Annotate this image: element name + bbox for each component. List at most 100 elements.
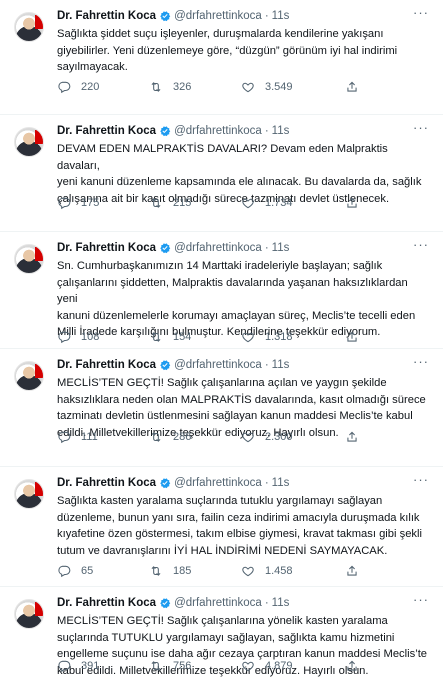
reply-button[interactable]: 65 bbox=[57, 564, 149, 578]
like-icon bbox=[242, 661, 254, 672]
more-icon[interactable]: ··· bbox=[413, 473, 429, 491]
avatar[interactable] bbox=[14, 244, 44, 274]
separator-dot: · bbox=[264, 125, 269, 137]
timestamp[interactable]: 11s bbox=[272, 477, 290, 489]
timestamp[interactable]: 11s bbox=[272, 597, 290, 609]
action-bar: 108 154 1.318 bbox=[57, 330, 429, 344]
share-icon bbox=[347, 81, 357, 92]
author-handle[interactable]: @drfahrettinkoca bbox=[174, 597, 262, 609]
separator-dot: · bbox=[264, 597, 269, 609]
author-name[interactable]: Dr. Fahrettin Koca bbox=[57, 125, 156, 137]
tweet-text: Sağlıkta kasten yaralama suçlarında tutu… bbox=[57, 495, 422, 557]
timestamp[interactable]: 11s bbox=[272, 125, 290, 137]
timeline: Dr. Fahrettin Koca @drfahrettinkoca · 11… bbox=[0, 0, 443, 691]
share-button[interactable] bbox=[345, 564, 369, 578]
author-name[interactable]: Dr. Fahrettin Koca bbox=[57, 242, 156, 254]
retweet-button[interactable]: 326 bbox=[149, 80, 241, 94]
more-icon[interactable]: ··· bbox=[413, 238, 429, 256]
tweet[interactable]: Dr. Fahrettin Koca @drfahrettinkoca · 11… bbox=[0, 587, 443, 691]
tweet[interactable]: Dr. Fahrettin Koca @drfahrettinkoca · 11… bbox=[0, 349, 443, 467]
avatar[interactable] bbox=[14, 361, 44, 391]
verified-icon bbox=[160, 243, 171, 254]
share-button[interactable] bbox=[345, 430, 369, 444]
share-icon bbox=[347, 197, 357, 208]
avatar[interactable] bbox=[14, 479, 44, 509]
share-button[interactable] bbox=[345, 330, 369, 344]
reply-button[interactable]: 391 bbox=[57, 659, 149, 673]
reply-button[interactable]: 175 bbox=[57, 196, 149, 210]
like-icon bbox=[242, 566, 254, 577]
share-button[interactable] bbox=[345, 659, 369, 673]
like-button[interactable]: 1.734 bbox=[241, 196, 333, 210]
author-name[interactable]: Dr. Fahrettin Koca bbox=[57, 477, 156, 489]
reply-icon bbox=[58, 197, 71, 210]
avatar[interactable] bbox=[14, 599, 44, 629]
author-handle[interactable]: @drfahrettinkoca bbox=[174, 242, 262, 254]
action-bar: 220 326 3.549 bbox=[57, 80, 429, 94]
avatar[interactable] bbox=[14, 127, 44, 157]
like-icon bbox=[242, 332, 254, 343]
like-icon bbox=[242, 432, 254, 443]
tweet[interactable]: Dr. Fahrettin Koca @drfahrettinkoca · 11… bbox=[0, 467, 443, 587]
verified-icon bbox=[160, 126, 171, 137]
timestamp[interactable]: 11s bbox=[272, 242, 290, 254]
author-name[interactable]: Dr. Fahrettin Koca bbox=[57, 359, 156, 371]
retweet-count: 215 bbox=[173, 197, 192, 209]
like-count: 1.318 bbox=[265, 331, 293, 343]
like-button[interactable]: 4.879 bbox=[241, 659, 333, 673]
reply-icon bbox=[58, 565, 71, 578]
retweet-icon bbox=[151, 198, 161, 208]
separator-dot: · bbox=[264, 10, 269, 22]
reply-button[interactable]: 220 bbox=[57, 80, 149, 94]
avatar[interactable] bbox=[14, 12, 44, 42]
timestamp[interactable]: 11s bbox=[272, 359, 290, 371]
retweet-button[interactable]: 756 bbox=[149, 659, 241, 673]
retweet-icon bbox=[151, 661, 161, 671]
like-count: 1.734 bbox=[265, 197, 293, 209]
tweet[interactable]: Dr. Fahrettin Koca @drfahrettinkoca · 11… bbox=[0, 232, 443, 349]
share-icon bbox=[347, 431, 357, 442]
action-bar: 65 185 1.458 bbox=[57, 564, 429, 578]
retweet-button[interactable]: 286 bbox=[149, 430, 241, 444]
more-icon[interactable]: ··· bbox=[413, 593, 429, 611]
retweet-button[interactable]: 185 bbox=[149, 564, 241, 578]
author-handle[interactable]: @drfahrettinkoca bbox=[174, 477, 262, 489]
share-button[interactable] bbox=[345, 196, 369, 210]
tweet[interactable]: Dr. Fahrettin Koca @drfahrettinkoca · 11… bbox=[0, 0, 443, 115]
author-handle[interactable]: @drfahrettinkoca bbox=[174, 10, 262, 22]
tweet[interactable]: Dr. Fahrettin Koca @drfahrettinkoca · 11… bbox=[0, 115, 443, 232]
more-icon[interactable]: ··· bbox=[413, 121, 429, 139]
like-button[interactable]: 1.318 bbox=[241, 330, 333, 344]
author-handle[interactable]: @drfahrettinkoca bbox=[174, 125, 262, 137]
more-icon[interactable]: ··· bbox=[413, 6, 429, 24]
retweet-count: 286 bbox=[173, 431, 192, 443]
retweet-button[interactable]: 215 bbox=[149, 196, 241, 210]
action-bar: 111 286 2.300 bbox=[57, 430, 429, 444]
more-icon[interactable]: ··· bbox=[413, 355, 429, 373]
like-icon bbox=[242, 82, 254, 93]
retweet-button[interactable]: 154 bbox=[149, 330, 241, 344]
author-name[interactable]: Dr. Fahrettin Koca bbox=[57, 597, 156, 609]
separator-dot: · bbox=[264, 359, 269, 371]
reply-button[interactable]: 108 bbox=[57, 330, 149, 344]
tweet-text: Sağlıkta şiddet suçu işleyenler, duruşma… bbox=[57, 28, 398, 74]
like-button[interactable]: 2.300 bbox=[241, 430, 333, 444]
reply-count: 220 bbox=[81, 81, 100, 93]
share-icon bbox=[347, 660, 357, 671]
reply-icon bbox=[58, 81, 71, 94]
author-handle[interactable]: @drfahrettinkoca bbox=[174, 359, 262, 371]
share-button[interactable] bbox=[345, 80, 369, 94]
like-button[interactable]: 1.458 bbox=[241, 564, 333, 578]
reply-icon bbox=[58, 660, 71, 673]
reply-button[interactable]: 111 bbox=[57, 430, 149, 444]
verified-icon bbox=[160, 11, 171, 22]
share-icon bbox=[347, 565, 357, 576]
retweet-icon bbox=[151, 82, 161, 92]
timestamp[interactable]: 11s bbox=[272, 10, 290, 22]
reply-count: 65 bbox=[81, 565, 94, 577]
like-count: 4.879 bbox=[265, 660, 293, 672]
like-button[interactable]: 3.549 bbox=[241, 80, 333, 94]
action-bar: 175 215 1.734 bbox=[57, 196, 429, 210]
author-name[interactable]: Dr. Fahrettin Koca bbox=[57, 10, 156, 22]
verified-icon bbox=[160, 478, 171, 489]
